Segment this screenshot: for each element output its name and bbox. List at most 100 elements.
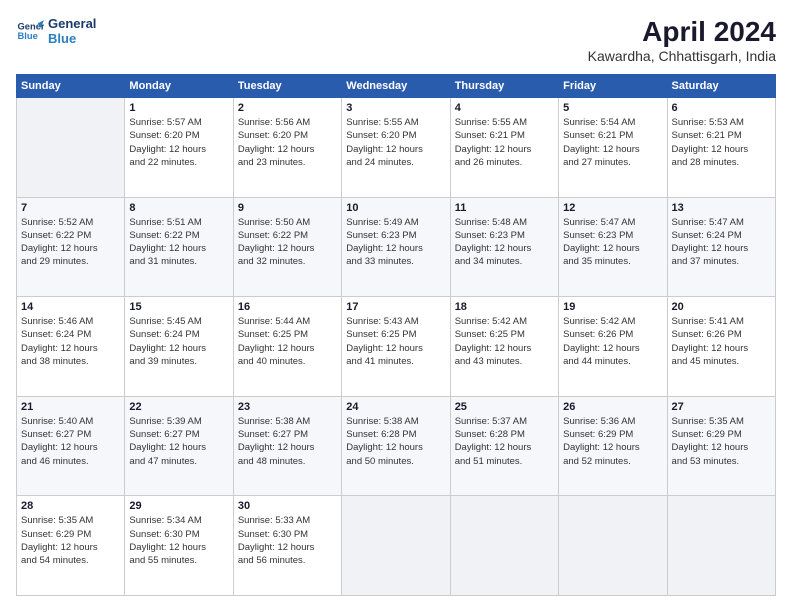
day-info: Sunrise: 5:40 AM Sunset: 6:27 PM Dayligh… xyxy=(21,415,120,468)
table-row: 14Sunrise: 5:46 AM Sunset: 6:24 PM Dayli… xyxy=(17,297,125,397)
table-row xyxy=(342,496,450,596)
day-number: 18 xyxy=(455,301,554,313)
day-info: Sunrise: 5:39 AM Sunset: 6:27 PM Dayligh… xyxy=(129,415,228,468)
col-tuesday: Tuesday xyxy=(233,75,341,98)
day-info: Sunrise: 5:35 AM Sunset: 6:29 PM Dayligh… xyxy=(672,415,771,468)
day-info: Sunrise: 5:42 AM Sunset: 6:25 PM Dayligh… xyxy=(455,315,554,368)
table-row xyxy=(667,496,775,596)
day-info: Sunrise: 5:36 AM Sunset: 6:29 PM Dayligh… xyxy=(563,415,662,468)
day-info: Sunrise: 5:46 AM Sunset: 6:24 PM Dayligh… xyxy=(21,315,120,368)
table-row: 15 Sunrise: 5:45 AM Sunset: 6:24 PM Dayli… xyxy=(125,297,233,397)
day-number: 13 xyxy=(672,202,771,214)
day-number: 23 xyxy=(238,401,337,413)
day-number: 15 xyxy=(129,301,228,313)
day-number: 20 xyxy=(672,301,771,313)
logo-icon: General Blue xyxy=(16,17,44,45)
calendar-week-row: 1Sunrise: 5:57 AM Sunset: 6:20 PM Daylig… xyxy=(17,98,776,198)
table-row xyxy=(17,98,125,198)
calendar-title: April 2024 xyxy=(588,16,776,48)
day-number: 25 xyxy=(455,401,554,413)
day-info: Sunrise: 5:54 AM Sunset: 6:21 PM Dayligh… xyxy=(563,116,662,169)
day-info: Sunrise: 5:35 AM Sunset: 6:29 PM Dayligh… xyxy=(21,514,120,567)
day-info: Sunrise: 5:44 AM Sunset: 6:25 PM Dayligh… xyxy=(238,315,337,368)
table-row: 11 Sunrise: 5:48 AM Sunset: 6:23 PM Dayli… xyxy=(450,197,558,297)
day-number: 16 xyxy=(238,301,337,313)
day-number: 26 xyxy=(563,401,662,413)
table-row: 6Sunrise: 5:53 AM Sunset: 6:21 PM Daylig… xyxy=(667,98,775,198)
col-friday: Friday xyxy=(559,75,667,98)
day-info: Sunrise: 5:50 AM Sunset: 6:22 PM Dayligh… xyxy=(238,216,337,269)
col-saturday: Saturday xyxy=(667,75,775,98)
day-info: Sunrise: 5:45 AM Sunset: 6:24 PM Dayligh… xyxy=(129,315,228,368)
day-number: 5 xyxy=(563,102,662,114)
day-info: Sunrise: 5:55 AM Sunset: 6:21 PM Dayligh… xyxy=(455,116,554,169)
day-number: 21 xyxy=(21,401,120,413)
day-number: 10 xyxy=(346,202,445,214)
table-row: 24 Sunrise: 5:38 AM Sunset: 6:28 PM Dayli… xyxy=(342,396,450,496)
logo-line2: Blue xyxy=(48,31,96,46)
day-number: 24 xyxy=(346,401,445,413)
table-row: 3Sunrise: 5:55 AM Sunset: 6:20 PM Daylig… xyxy=(342,98,450,198)
table-row: 2Sunrise: 5:56 AM Sunset: 6:20 PM Daylig… xyxy=(233,98,341,198)
day-info: Sunrise: 5:55 AM Sunset: 6:20 PM Dayligh… xyxy=(346,116,445,169)
day-info: Sunrise: 5:38 AM Sunset: 6:28 PM Dayligh… xyxy=(346,415,445,468)
day-info: Sunrise: 5:47 AM Sunset: 6:24 PM Dayligh… xyxy=(672,216,771,269)
day-number: 12 xyxy=(563,202,662,214)
page-header: General Blue General Blue April 2024 Kaw… xyxy=(16,16,776,64)
table-row: 27 Sunrise: 5:35 AM Sunset: 6:29 PM Dayli… xyxy=(667,396,775,496)
table-row: 9 Sunrise: 5:50 AM Sunset: 6:22 PM Daylig… xyxy=(233,197,341,297)
table-row: 30Sunrise: 5:33 AM Sunset: 6:30 PM Dayli… xyxy=(233,496,341,596)
logo-line1: General xyxy=(48,16,96,31)
day-info: Sunrise: 5:42 AM Sunset: 6:26 PM Dayligh… xyxy=(563,315,662,368)
table-row: 4Sunrise: 5:55 AM Sunset: 6:21 PM Daylig… xyxy=(450,98,558,198)
table-row: 26 Sunrise: 5:36 AM Sunset: 6:29 PM Dayli… xyxy=(559,396,667,496)
day-number: 1 xyxy=(129,102,228,114)
table-row: 29 Sunrise: 5:34 AM Sunset: 6:30 PM Dayli… xyxy=(125,496,233,596)
table-row: 12 Sunrise: 5:47 AM Sunset: 6:23 PM Dayli… xyxy=(559,197,667,297)
day-number: 19 xyxy=(563,301,662,313)
col-sunday: Sunday xyxy=(17,75,125,98)
day-number: 11 xyxy=(455,202,554,214)
table-row: 8 Sunrise: 5:51 AM Sunset: 6:22 PM Daylig… xyxy=(125,197,233,297)
day-info: Sunrise: 5:53 AM Sunset: 6:21 PM Dayligh… xyxy=(672,116,771,169)
calendar-header-row: Sunday Monday Tuesday Wednesday Thursday… xyxy=(17,75,776,98)
calendar-week-row: 28 Sunrise: 5:35 AM Sunset: 6:29 PM Dayli… xyxy=(17,496,776,596)
table-row: 17Sunrise: 5:43 AM Sunset: 6:25 PM Dayli… xyxy=(342,297,450,397)
col-wednesday: Wednesday xyxy=(342,75,450,98)
day-info: Sunrise: 5:51 AM Sunset: 6:22 PM Dayligh… xyxy=(129,216,228,269)
day-number: 30 xyxy=(238,500,337,512)
day-number: 7 xyxy=(21,202,120,214)
day-info: Sunrise: 5:56 AM Sunset: 6:20 PM Dayligh… xyxy=(238,116,337,169)
table-row: 23 Sunrise: 5:38 AM Sunset: 6:27 PM Dayli… xyxy=(233,396,341,496)
table-row: 10Sunrise: 5:49 AM Sunset: 6:23 PM Dayli… xyxy=(342,197,450,297)
day-info: Sunrise: 5:52 AM Sunset: 6:22 PM Dayligh… xyxy=(21,216,120,269)
day-number: 29 xyxy=(129,500,228,512)
day-number: 22 xyxy=(129,401,228,413)
day-number: 28 xyxy=(21,500,120,512)
logo: General Blue General Blue xyxy=(16,16,96,46)
table-row: 19 Sunrise: 5:42 AM Sunset: 6:26 PM Dayli… xyxy=(559,297,667,397)
table-row: 22 Sunrise: 5:39 AM Sunset: 6:27 PM Dayli… xyxy=(125,396,233,496)
day-number: 27 xyxy=(672,401,771,413)
col-monday: Monday xyxy=(125,75,233,98)
table-row: 13 Sunrise: 5:47 AM Sunset: 6:24 PM Dayli… xyxy=(667,197,775,297)
table-row: 20Sunrise: 5:41 AM Sunset: 6:26 PM Dayli… xyxy=(667,297,775,397)
day-info: Sunrise: 5:37 AM Sunset: 6:28 PM Dayligh… xyxy=(455,415,554,468)
table-row: 5 Sunrise: 5:54 AM Sunset: 6:21 PM Daylig… xyxy=(559,98,667,198)
day-info: Sunrise: 5:48 AM Sunset: 6:23 PM Dayligh… xyxy=(455,216,554,269)
day-number: 9 xyxy=(238,202,337,214)
calendar-week-row: 21 Sunrise: 5:40 AM Sunset: 6:27 PM Dayli… xyxy=(17,396,776,496)
table-row: 21 Sunrise: 5:40 AM Sunset: 6:27 PM Dayli… xyxy=(17,396,125,496)
table-row: 28 Sunrise: 5:35 AM Sunset: 6:29 PM Dayli… xyxy=(17,496,125,596)
svg-text:Blue: Blue xyxy=(18,31,38,41)
title-block: April 2024 Kawardha, Chhattisgarh, India xyxy=(588,16,776,64)
calendar-week-row: 7 Sunrise: 5:52 AM Sunset: 6:22 PM Daylig… xyxy=(17,197,776,297)
table-row xyxy=(450,496,558,596)
day-info: Sunrise: 5:38 AM Sunset: 6:27 PM Dayligh… xyxy=(238,415,337,468)
table-row: 18 Sunrise: 5:42 AM Sunset: 6:25 PM Dayli… xyxy=(450,297,558,397)
day-info: Sunrise: 5:47 AM Sunset: 6:23 PM Dayligh… xyxy=(563,216,662,269)
calendar-page: General Blue General Blue April 2024 Kaw… xyxy=(0,0,792,612)
calendar-table: Sunday Monday Tuesday Wednesday Thursday… xyxy=(16,74,776,596)
day-number: 8 xyxy=(129,202,228,214)
day-info: Sunrise: 5:34 AM Sunset: 6:30 PM Dayligh… xyxy=(129,514,228,567)
